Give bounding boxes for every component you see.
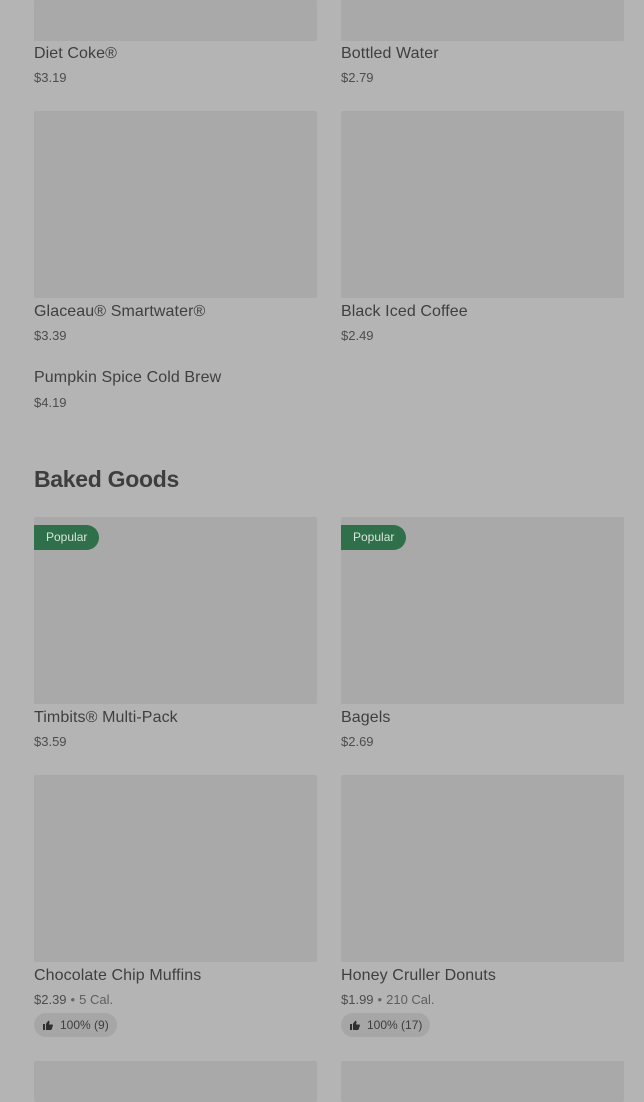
item-price: $1.99: [341, 992, 374, 1007]
item-title: Black Iced Coffee: [341, 303, 468, 320]
item-price-calories: $1.99 • 210 Cal.: [341, 992, 435, 1007]
item-title: Timbits® Multi-Pack: [34, 709, 178, 726]
item-image: [34, 1061, 317, 1102]
item-price: $2.69: [341, 734, 374, 749]
popular-badge: Popular: [341, 525, 407, 550]
rating-text: 100% (9): [60, 1018, 109, 1032]
item-title: Bagels: [341, 709, 391, 726]
popular-badge: Popular: [34, 525, 100, 550]
item-image: [341, 775, 624, 962]
item-title: Diet Coke®: [34, 45, 118, 62]
separator-dot: •: [377, 992, 383, 1007]
item-price: $3.19: [34, 70, 67, 85]
item-price-calories: $2.39 • 5 Cal.: [34, 992, 113, 1007]
rating-pill: 100% (9): [34, 1013, 117, 1037]
item-image: [341, 0, 624, 41]
item-price: $3.59: [34, 734, 67, 749]
item-title: Chocolate Chip Muffins: [34, 967, 202, 984]
item-image: [34, 111, 317, 298]
separator-dot: •: [70, 992, 76, 1007]
item-calories: 210 Cal.: [386, 992, 435, 1007]
item-price: $2.79: [341, 70, 374, 85]
section-title-baked-goods: Baked Goods: [34, 466, 179, 492]
thumbs-up-icon: [42, 1019, 54, 1031]
item-price: $2.49: [341, 328, 374, 343]
item-image: [34, 0, 317, 41]
item-price: $4.19: [34, 395, 67, 410]
item-image: [341, 111, 624, 298]
item-title: Glaceau® Smartwater®: [34, 303, 206, 320]
item-calories: 5 Cal.: [79, 992, 114, 1007]
item-title: Honey Cruller Donuts: [341, 967, 496, 984]
item-title: Pumpkin Spice Cold Brew: [34, 369, 222, 386]
rating-text: 100% (17): [367, 1018, 423, 1032]
item-price: $2.39: [34, 992, 67, 1007]
item-image: [341, 1061, 624, 1102]
rating-pill: 100% (17): [341, 1013, 431, 1037]
menu-page: Diet Coke® $3.19 Bottled Water $2.79 Gla…: [0, 0, 644, 1102]
item-title: Bottled Water: [341, 45, 439, 62]
item-price: $3.39: [34, 328, 67, 343]
item-image: [34, 775, 317, 962]
thumbs-up-icon: [349, 1019, 361, 1031]
